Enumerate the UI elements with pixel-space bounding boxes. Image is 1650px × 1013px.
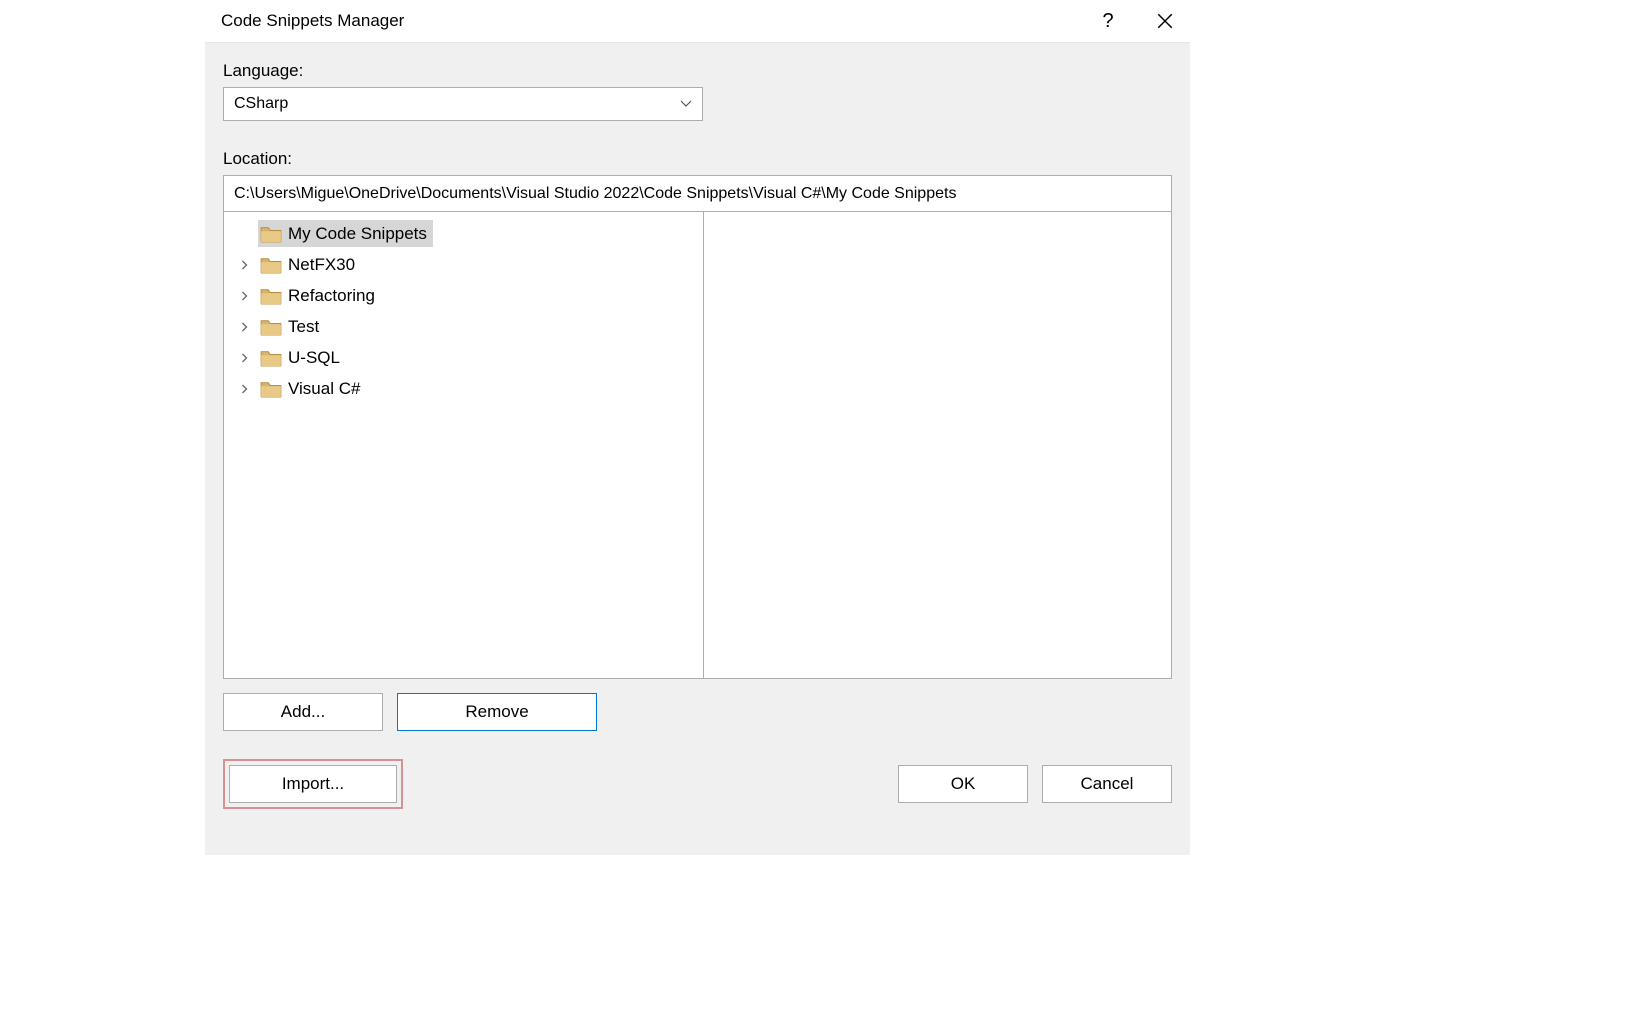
tree-item-label: My Code Snippets (288, 224, 427, 244)
location-display: C:\Users\Migue\OneDrive\Documents\Visual… (223, 175, 1172, 211)
tree-item-content: My Code Snippets (258, 220, 433, 247)
tree-item-content: NetFX30 (258, 251, 361, 278)
tree-item-label: Test (288, 317, 319, 337)
chevron-right-icon[interactable] (236, 321, 252, 333)
tree-item-label: NetFX30 (288, 255, 355, 275)
tree-item[interactable]: Test (224, 311, 703, 342)
folder-icon (260, 225, 282, 243)
tree-item[interactable]: Refactoring (224, 280, 703, 311)
tree-item[interactable]: U-SQL (224, 342, 703, 373)
tree-item-content: Test (258, 313, 325, 340)
location-section: Location: C:\Users\Migue\OneDrive\Docume… (223, 149, 1172, 679)
tree-item-content: U-SQL (258, 344, 346, 371)
tree-item-label: Refactoring (288, 286, 375, 306)
titlebar: Code Snippets Manager ? (205, 0, 1190, 42)
chevron-right-icon[interactable] (236, 290, 252, 302)
dialog-confirm-buttons: OK Cancel (898, 765, 1172, 803)
chevron-down-icon (680, 97, 692, 111)
help-icon[interactable]: ? (1097, 10, 1119, 32)
tree-container: My Code Snippets NetFX30 Refactoring Test U-… (223, 211, 1172, 679)
add-button[interactable]: Add... (223, 693, 383, 731)
code-snippets-manager-dialog: Code Snippets Manager ? Language: CSharp… (205, 0, 1190, 855)
language-label: Language: (223, 61, 1172, 81)
titlebar-controls: ? (1097, 10, 1176, 32)
folder-icon (260, 318, 282, 336)
tree-item[interactable]: Visual C# (224, 373, 703, 404)
chevron-right-icon[interactable] (236, 383, 252, 395)
chevron-right-icon[interactable] (236, 352, 252, 364)
folder-tree[interactable]: My Code Snippets NetFX30 Refactoring Test U-… (224, 212, 704, 678)
chevron-right-icon[interactable] (236, 259, 252, 271)
dialog-title: Code Snippets Manager (221, 11, 1097, 31)
snippet-detail-panel (704, 212, 1171, 678)
tree-item[interactable]: NetFX30 (224, 249, 703, 280)
tree-item-content: Visual C# (258, 375, 366, 402)
bottom-button-row: Import... OK Cancel (223, 759, 1172, 809)
folder-icon (260, 380, 282, 398)
language-dropdown-value: CSharp (234, 95, 288, 113)
tree-item-content: Refactoring (258, 282, 381, 309)
tree-item[interactable]: My Code Snippets (224, 218, 703, 249)
remove-button[interactable]: Remove (397, 693, 597, 731)
folder-icon (260, 256, 282, 274)
language-dropdown[interactable]: CSharp (223, 87, 703, 121)
folder-icon (260, 287, 282, 305)
import-highlight: Import... (223, 759, 403, 809)
tree-item-label: Visual C# (288, 379, 360, 399)
cancel-button[interactable]: Cancel (1042, 765, 1172, 803)
import-button[interactable]: Import... (229, 765, 397, 803)
ok-button[interactable]: OK (898, 765, 1028, 803)
location-label: Location: (223, 149, 1172, 169)
dialog-body: Language: CSharp Location: C:\Users\Migu… (205, 42, 1190, 855)
folder-icon (260, 349, 282, 367)
tree-item-label: U-SQL (288, 348, 340, 368)
tree-button-row: Add... Remove (223, 693, 1172, 731)
close-icon[interactable] (1154, 10, 1176, 32)
